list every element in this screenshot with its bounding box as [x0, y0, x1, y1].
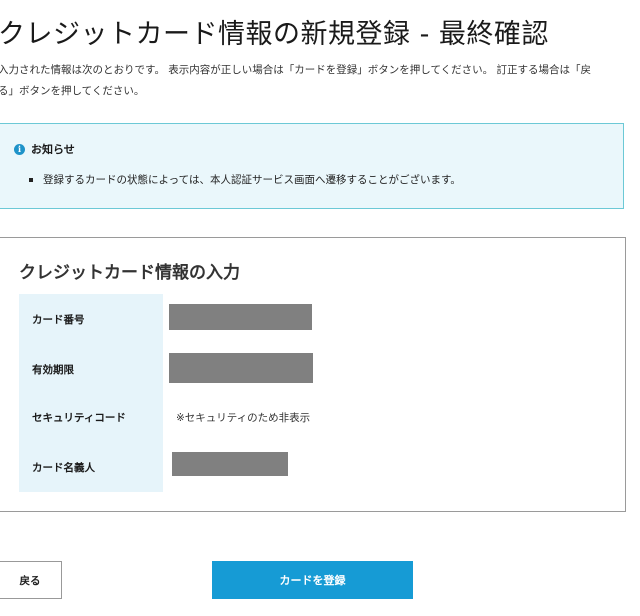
bullet-icon	[29, 177, 33, 182]
card-info-panel: クレジットカード情報の入力 カード番号 有効期限 セキュリティコード ※セキュリ…	[0, 237, 626, 512]
cardholder-label: カード名義人	[32, 462, 95, 474]
notice-item-text: 登録するカードの状態によっては、本人認証サービス画面へ遷移することがございます。	[43, 174, 461, 186]
expiry-redacted	[169, 353, 313, 383]
notice-title: お知らせ	[31, 143, 75, 156]
page-title: クレジットカード情報の新規登録 - 最終確認	[0, 19, 549, 50]
intro-text: 入力された情報は次のとおりです。 表示内容が正しい場合は「カードを登録」ボタンを…	[0, 60, 634, 102]
confirmation-page: クレジットカード情報の新規登録 - 最終確認 入力された情報は次のとおりです。 …	[0, 0, 640, 616]
cardholder-redacted	[172, 452, 288, 476]
back-button[interactable]: 戻る	[0, 561, 62, 599]
security-code-value: ※セキュリティのため非表示	[176, 412, 311, 424]
notice-header: i お知らせ	[14, 141, 75, 157]
notice-list-item: 登録するカードの状態によっては、本人認証サービス画面へ遷移することがございます。	[29, 172, 461, 187]
intro-line-1: 入力された情報は次のとおりです。 表示内容が正しい場合は「カードを登録」ボタンを…	[0, 64, 591, 76]
card-number-redacted	[169, 304, 312, 330]
security-code-label: セキュリティコード	[32, 412, 126, 424]
info-icon: i	[14, 143, 25, 155]
notice-box: i お知らせ 登録するカードの状態によっては、本人認証サービス画面へ遷移すること…	[0, 123, 624, 209]
card-info-heading: クレジットカード情報の入力	[19, 263, 240, 283]
expiry-label: 有効期限	[32, 364, 74, 376]
register-card-button[interactable]: カードを登録	[212, 561, 413, 599]
card-number-label: カード番号	[32, 314, 85, 326]
intro-line-2: る」ボタンを押してください。	[0, 85, 145, 97]
